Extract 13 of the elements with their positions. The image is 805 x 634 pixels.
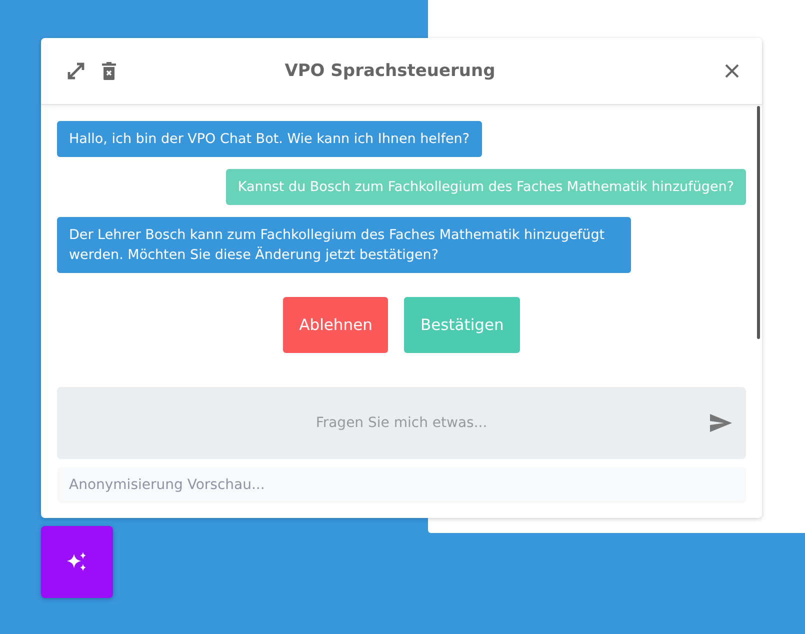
close-icon[interactable] (724, 63, 740, 79)
confirm-button[interactable]: Bestätigen (404, 297, 520, 353)
message-field[interactable]: Fragen Sie mich etwas... (57, 387, 746, 459)
chat-message: Hallo, ich bin der VPO Chat Bot. Wie kann ich Ihnen helfen? (57, 121, 482, 157)
scrollbar[interactable] (757, 106, 760, 339)
expand-icon[interactable] (66, 61, 86, 81)
chat-message: Der Lehrer Bosch kann zum Fachkollegium des Faches Mathematik hinzugefügt werden. Möchten Sie diese Änderung jetzt bestätigen? (57, 217, 631, 273)
chat-message: Kannst du Bosch zum Fachkollegium des Faches Mathematik hinzufügen? (226, 169, 746, 205)
trash-icon[interactable] (102, 62, 116, 80)
reject-button[interactable]: Ablehnen (283, 297, 388, 353)
dialog-title: VPO Sprachsteuerung (284, 61, 496, 81)
preview-field[interactable]: Anonymisierung Vorschau... (57, 467, 746, 503)
send-icon[interactable] (710, 414, 732, 432)
